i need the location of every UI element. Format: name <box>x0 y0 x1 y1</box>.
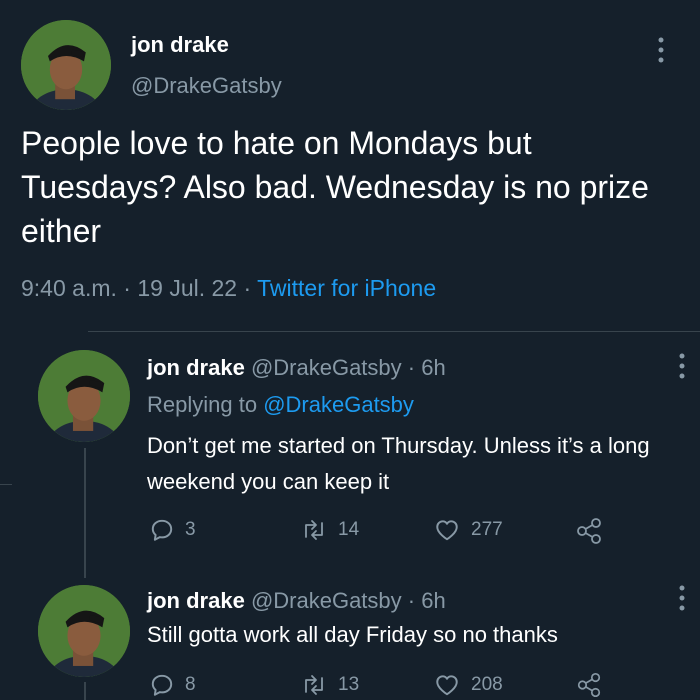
heart-icon <box>436 520 458 541</box>
author-name[interactable]: jon drake <box>131 32 229 58</box>
reply-count: 3 <box>185 519 196 540</box>
replying-mention[interactable]: @DrakeGatsby <box>263 392 414 417</box>
more-vertical-icon[interactable] <box>677 584 687 612</box>
replying-to: Replying to @DrakeGatsby <box>147 392 414 418</box>
reply-header: jon drake @DrakeGatsby · 6h <box>147 355 446 381</box>
meta-separator: · <box>243 275 252 301</box>
share-button[interactable] <box>574 516 604 546</box>
retweet-count: 14 <box>338 519 360 540</box>
share-icon <box>577 518 601 544</box>
comment-icon <box>151 674 173 696</box>
more-vertical-icon[interactable] <box>656 36 666 64</box>
retweet-icon <box>305 520 323 540</box>
retweet-button[interactable]: 13 <box>300 672 359 698</box>
share-icon <box>577 672 601 698</box>
reply-author-handle[interactable]: @DrakeGatsby <box>251 355 402 380</box>
reply-button[interactable]: 8 <box>149 672 196 698</box>
thread-connector <box>84 448 86 578</box>
tweet-date[interactable]: 19 Jul. 22 <box>137 275 237 301</box>
tweet-meta: 9:40 a.m. · 19 Jul. 22 · Twitter for iPh… <box>21 275 436 302</box>
divider <box>88 331 700 332</box>
retweet-icon <box>305 675 323 695</box>
reply-age[interactable]: · 6h <box>408 355 446 380</box>
reply-text: Don’t get me started on Thursday. Unless… <box>147 433 650 494</box>
reply-author-name[interactable]: jon drake <box>147 355 245 380</box>
retweet-count: 13 <box>338 674 360 695</box>
tweet-source[interactable]: Twitter for iPhone <box>257 275 436 301</box>
thread-connector <box>84 682 86 700</box>
heart-icon <box>436 675 458 696</box>
reply-avatar[interactable] <box>38 585 130 677</box>
divider <box>0 484 12 485</box>
like-count: 277 <box>471 519 503 540</box>
reply-text: Still gotta work all day Friday so no th… <box>147 622 558 647</box>
tweet-time[interactable]: 9:40 a.m. <box>21 275 117 301</box>
replying-prefix: Replying to <box>147 392 258 417</box>
reply-button[interactable]: 3 <box>149 517 196 543</box>
reply-header: jon drake @DrakeGatsby · 6h <box>147 588 446 614</box>
more-vertical-icon[interactable] <box>677 352 687 380</box>
reply-count: 8 <box>185 674 196 695</box>
meta-separator: · <box>123 275 131 301</box>
author-handle[interactable]: @DrakeGatsby <box>131 73 282 99</box>
reply-author-handle[interactable]: @DrakeGatsby <box>251 588 402 613</box>
comment-icon <box>151 519 173 541</box>
tweet-text: People love to hate on Mondays but Tuesd… <box>21 125 649 249</box>
retweet-button[interactable]: 14 <box>300 517 359 543</box>
like-button[interactable]: 277 <box>433 517 503 543</box>
author-avatar[interactable] <box>21 20 111 110</box>
like-button[interactable]: 208 <box>433 672 503 698</box>
reply-avatar[interactable] <box>38 350 130 442</box>
reply-age[interactable]: · 6h <box>408 588 446 613</box>
share-button[interactable] <box>574 671 604 699</box>
reply-author-name[interactable]: jon drake <box>147 588 245 613</box>
like-count: 208 <box>471 674 503 695</box>
